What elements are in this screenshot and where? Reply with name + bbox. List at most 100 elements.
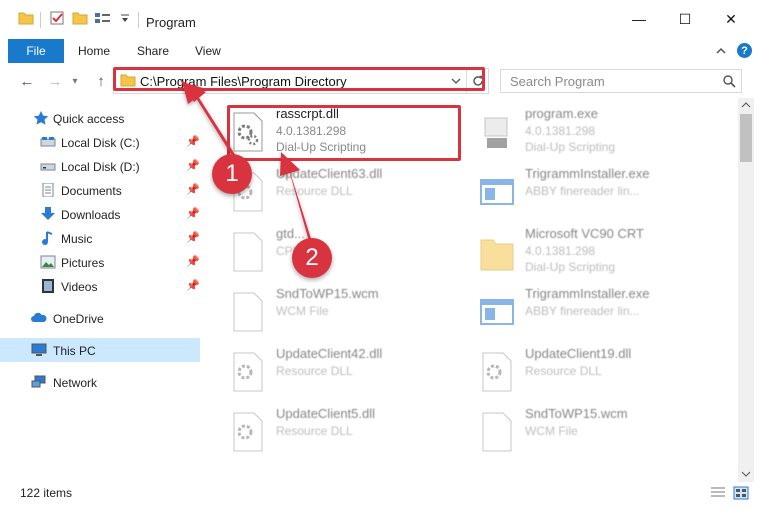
file-highlight-box [227, 105, 461, 161]
close-button[interactable]: ✕ [708, 0, 754, 38]
large-icons-view-icon[interactable] [733, 486, 749, 500]
pictures-icon [40, 255, 56, 269]
file-item[interactable]: TrigrammInstaller.exe ABBY finereader li… [479, 166, 709, 220]
step-badge-2: 2 [292, 238, 332, 278]
sidebar-item-music[interactable]: Music 📌 [0, 226, 200, 250]
details-view-icon[interactable] [710, 486, 726, 500]
file-name: TrigrammInstaller.exe [525, 166, 650, 181]
sidebar-item-videos[interactable]: Videos 📌 [0, 274, 200, 298]
file-item[interactable]: Microsoft VC90 CRT 4.0.1381.298 Dial-Up … [479, 226, 709, 280]
search-box[interactable]: Search Program [500, 69, 742, 93]
drive-icon [40, 137, 56, 147]
navigation-pane: Quick access Local Disk (C:) 📌 Local Dis… [0, 98, 206, 478]
dll-gear-icon [233, 412, 263, 452]
new-folder-icon[interactable] [72, 11, 88, 25]
pin-icon[interactable]: 📌 [186, 135, 200, 148]
sidebar-item-network[interactable]: Network [0, 370, 200, 394]
tab-share[interactable]: Share [137, 44, 169, 58]
dll-gear-icon [233, 352, 263, 392]
file-description: Dial-Up Scripting [525, 140, 616, 154]
sidebar-item-label: Videos [61, 280, 98, 294]
vertical-scrollbar[interactable] [738, 98, 754, 482]
window-app-icon [480, 179, 514, 205]
tab-view[interactable]: View [195, 44, 221, 58]
file-name: program.exe [525, 106, 598, 121]
pin-icon[interactable]: 📌 [186, 255, 200, 268]
file-item[interactable]: program.exe 4.0.1381.298 Dial-Up Scripti… [479, 106, 709, 160]
customize-quick-access-icon[interactable] [120, 12, 130, 26]
minimize-button[interactable]: — [616, 0, 662, 38]
sidebar-item-pictures[interactable]: Pictures 📌 [0, 250, 200, 274]
status-bar: 122 items [0, 482, 769, 504]
properties-icon[interactable] [50, 11, 66, 25]
address-highlight-box [113, 67, 485, 91]
sidebar-item-documents[interactable]: Documents 📌 [0, 178, 200, 202]
step-badge-1: 1 [212, 154, 252, 194]
up-icon[interactable]: ↑ [92, 72, 110, 90]
file-name: UpdateClient19.dll [525, 346, 632, 361]
ribbon: File Home Share View ? [0, 38, 769, 65]
file-item[interactable]: gtd... CPL... [230, 226, 460, 280]
folder-icon [480, 239, 514, 271]
pin-icon[interactable]: 📌 [186, 231, 200, 244]
help-icon[interactable]: ? [737, 43, 752, 58]
recent-locations-icon[interactable]: ▾ [66, 72, 84, 90]
sidebar-item-quick-access[interactable]: Quick access [0, 106, 200, 130]
pc-icon [31, 343, 47, 356]
sidebar-item-label: Documents [61, 184, 122, 198]
file-item[interactable]: SndToWP15.wcm WCM File [230, 286, 460, 340]
file-type: Resource DLL [276, 364, 353, 378]
file-version: 4.0.1381.298 [525, 244, 596, 258]
file-name: UpdateClient63.dll [276, 166, 383, 181]
sidebar-item-local-disk-c[interactable]: Local Disk (C:) 📌 [0, 130, 200, 154]
file-item[interactable]: UpdateClient63.dll Resource DLL [230, 166, 460, 220]
sidebar-item-label: Pictures [61, 256, 105, 270]
file-item[interactable]: TrigrammInstaller.exe ABBY finereader li… [479, 286, 709, 340]
scroll-down-icon[interactable] [741, 470, 751, 478]
tab-home[interactable]: Home [78, 44, 110, 58]
file-item[interactable]: UpdateClient42.dll Resource DLL [230, 346, 460, 400]
file-item[interactable]: SndToWP15.wcm WCM File [479, 406, 709, 460]
search-icon[interactable] [722, 74, 736, 88]
file-name: TrigrammInstaller.exe [525, 286, 650, 301]
sidebar-item-label: Music [61, 232, 93, 246]
title-bar: Program — ☐ ✕ [0, 0, 769, 38]
blank-file-icon [482, 412, 512, 452]
view-options-icon[interactable] [94, 11, 114, 25]
sidebar-item-onedrive[interactable]: OneDrive [0, 306, 200, 330]
sidebar-item-label: Quick access [53, 112, 125, 126]
search-input[interactable]: Search Program [510, 74, 605, 89]
forward-icon[interactable]: → [46, 72, 64, 90]
pin-icon[interactable]: 📌 [186, 279, 200, 292]
file-type: WCM File [276, 304, 329, 318]
file-name: Microsoft VC90 CRT [525, 226, 644, 241]
file-name: UpdateClient5.dll [276, 406, 376, 421]
scroll-up-icon[interactable] [741, 101, 751, 109]
pin-icon[interactable]: 📌 [186, 159, 200, 172]
videos-icon [42, 279, 54, 293]
sidebar-item-label: OneDrive [53, 312, 104, 326]
sidebar-item-downloads[interactable]: Downloads 📌 [0, 202, 200, 226]
maximize-button[interactable]: ☐ [662, 0, 708, 38]
file-type: ABBY finereader lin... [525, 304, 640, 318]
file-version: 4.0.1381.298 [525, 124, 596, 138]
network-icon [31, 375, 46, 388]
sidebar-item-local-disk-d[interactable]: Local Disk (D:) 📌 [0, 154, 200, 178]
pin-icon[interactable]: 📌 [186, 183, 200, 196]
item-count: 122 items [20, 486, 73, 500]
folder-icon [18, 12, 34, 25]
scrollbar-thumb[interactable] [740, 114, 752, 162]
file-item[interactable]: UpdateClient19.dll Resource DLL [479, 346, 709, 400]
sidebar-item-this-pc[interactable]: This PC [0, 338, 200, 362]
back-icon[interactable]: ← [18, 72, 36, 90]
onedrive-icon [31, 312, 47, 322]
sidebar-item-label: Local Disk (C:) [61, 136, 140, 150]
pin-icon[interactable]: 📌 [186, 207, 200, 220]
file-name: SndToWP15.wcm [276, 286, 379, 301]
file-item[interactable]: UpdateClient5.dll Resource DLL [230, 406, 460, 460]
file-type: ABBY finereader lin... [525, 184, 640, 198]
blank-file-icon [233, 232, 263, 272]
file-tab[interactable]: File [8, 39, 64, 63]
file-type: Resource DLL [276, 424, 353, 438]
expand-ribbon-icon[interactable] [714, 44, 728, 58]
